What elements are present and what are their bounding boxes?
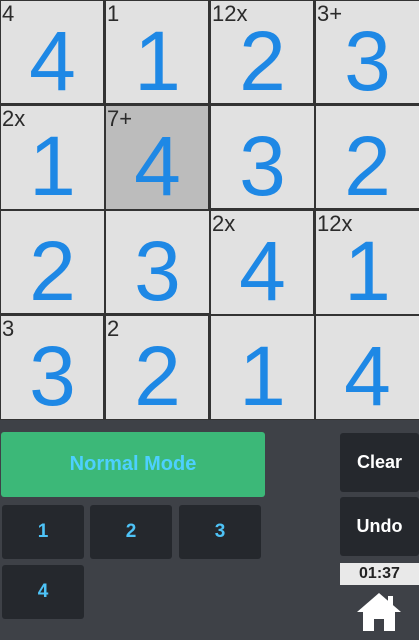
cell-value: 4 (239, 224, 286, 318)
cell-value: 3 (239, 119, 286, 213)
cell-value: 2 (344, 119, 391, 213)
number-button-1[interactable]: 1 (2, 505, 84, 559)
number-button-2[interactable]: 2 (90, 505, 172, 559)
cage-border (313, 0, 316, 105)
cell-r0-c2[interactable]: 12x 2 (211, 1, 314, 108)
cell-r2-c2[interactable]: 2x 4 (211, 211, 314, 318)
cell-r2-c0[interactable]: 2 (1, 211, 104, 318)
cell-r0-c1[interactable]: 1 1 (106, 1, 209, 108)
cell-value: 1 (29, 119, 76, 213)
cage-border (208, 315, 211, 420)
cell-value: 3 (344, 14, 391, 108)
cell-r3-c0[interactable]: 3 3 (1, 316, 104, 423)
cage-border (103, 315, 106, 420)
cell-value: 1 (344, 224, 391, 318)
cage-border (103, 0, 106, 105)
home-icon[interactable] (354, 590, 404, 634)
cage-border (0, 103, 419, 106)
cell-r1-c1[interactable]: 7+ 4 (106, 106, 209, 213)
number-button-4[interactable]: 4 (2, 565, 84, 619)
cell-r2-c1[interactable]: 3 (106, 211, 209, 318)
kenken-board: 4 4 1 1 12x 2 3+ 3 2x 1 7+ 4 3 2 2 3 2x … (0, 0, 419, 423)
cell-value: 4 (29, 14, 76, 108)
cell-value: 4 (344, 329, 391, 423)
cell-value: 3 (134, 224, 181, 318)
cell-value: 1 (134, 14, 181, 108)
cage-border (313, 210, 316, 315)
cell-value: 2 (239, 14, 286, 108)
cell-r3-c1[interactable]: 2 2 (106, 316, 209, 423)
cell-r3-c2[interactable]: 1 (211, 316, 314, 423)
cell-value: 2 (29, 224, 76, 318)
cell-r2-c3[interactable]: 12x 1 (316, 211, 419, 318)
cell-r1-c0[interactable]: 2x 1 (1, 106, 104, 213)
cell-r0-c3[interactable]: 3+ 3 (316, 1, 419, 108)
cell-value: 3 (29, 329, 76, 423)
timer: 01:37 (340, 563, 419, 585)
cell-r1-c3[interactable]: 2 (316, 106, 419, 213)
clear-button[interactable]: Clear (340, 433, 419, 492)
cell-r3-c3[interactable]: 4 (316, 316, 419, 423)
cell-r1-c2[interactable]: 3 (211, 106, 314, 213)
mode-toggle-button[interactable]: Normal Mode (1, 432, 265, 497)
cell-value: 2 (134, 329, 181, 423)
cell-r0-c0[interactable]: 4 4 (1, 1, 104, 108)
number-button-3[interactable]: 3 (179, 505, 261, 559)
undo-button[interactable]: Undo (340, 497, 419, 556)
cell-value: 4 (134, 119, 181, 213)
cell-value: 1 (239, 329, 286, 423)
